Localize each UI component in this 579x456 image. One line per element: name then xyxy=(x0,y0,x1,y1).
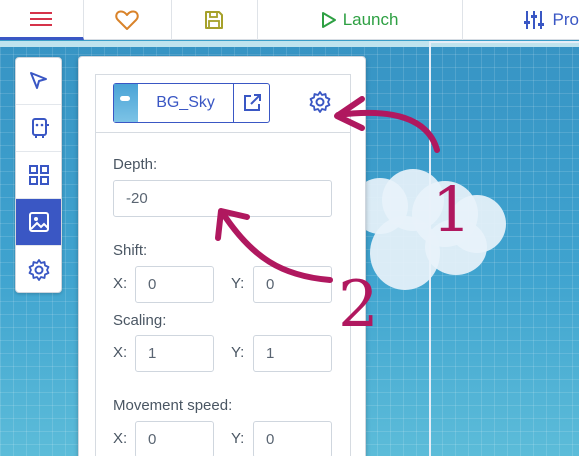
room-settings-tool-button[interactable] xyxy=(16,246,61,293)
tiles-tool-button[interactable] xyxy=(16,152,61,199)
copies-tool-button[interactable] xyxy=(16,105,61,152)
movement-x-label: X: xyxy=(113,430,128,447)
background-properties-panel: BG_Sky Depth: -20 Shift: X: 0 Y: 0 Scali… xyxy=(78,56,366,456)
cursor-icon xyxy=(29,72,47,89)
save-icon xyxy=(205,11,224,29)
movement-y-label: Y: xyxy=(231,430,245,447)
save-button[interactable] xyxy=(172,0,258,40)
project-label: Pro xyxy=(552,10,579,29)
select-tool-button[interactable] xyxy=(16,58,61,105)
gear-icon xyxy=(28,258,49,281)
texture-thumbnail xyxy=(114,84,138,122)
open-texture-button[interactable] xyxy=(233,84,269,122)
hamburger-icon xyxy=(30,11,53,26)
shift-y-input[interactable]: 0 xyxy=(253,266,332,303)
shift-y-label: Y: xyxy=(231,275,245,292)
launch-label: Launch xyxy=(342,10,399,29)
tiles-grid-icon xyxy=(28,165,49,185)
sliders-icon xyxy=(523,11,544,29)
scaling-y-label: Y: xyxy=(231,344,245,361)
movement-y-input[interactable]: 0 xyxy=(253,421,332,456)
heart-icon xyxy=(115,10,140,30)
background-settings-button[interactable] xyxy=(307,89,333,115)
depth-label: Depth: xyxy=(113,156,158,173)
background-image-icon xyxy=(28,212,49,232)
gear-icon xyxy=(309,91,331,113)
project-settings-button[interactable]: Pro xyxy=(463,0,579,40)
scaling-x-label: X: xyxy=(113,344,128,361)
movement-speed-label: Movement speed: xyxy=(113,397,233,414)
menu-button[interactable] xyxy=(0,0,84,40)
shift-label: Shift: xyxy=(113,242,148,259)
scaling-y-input[interactable]: 1 xyxy=(253,335,332,372)
tool-panel xyxy=(15,57,62,293)
favorite-button[interactable] xyxy=(84,0,172,40)
depth-input[interactable]: -20 xyxy=(113,180,332,217)
external-link-icon xyxy=(243,94,261,111)
top-toolbar: Launch Pro xyxy=(0,0,579,40)
copy-icon xyxy=(31,118,49,138)
scaling-label: Scaling: xyxy=(113,312,167,329)
play-icon xyxy=(321,12,336,28)
texture-name: BG_Sky xyxy=(156,94,215,111)
launch-button[interactable]: Launch xyxy=(258,0,463,40)
movement-x-input[interactable]: 0 xyxy=(135,421,214,456)
room-boundary-top xyxy=(429,41,579,43)
backgrounds-tool-button[interactable] xyxy=(16,199,61,246)
cloud xyxy=(425,219,487,275)
scaling-x-input[interactable]: 1 xyxy=(135,335,214,372)
background-texture-picker[interactable]: BG_Sky xyxy=(113,83,270,123)
shift-x-input[interactable]: 0 xyxy=(135,266,214,303)
shift-x-label: X: xyxy=(113,275,128,292)
